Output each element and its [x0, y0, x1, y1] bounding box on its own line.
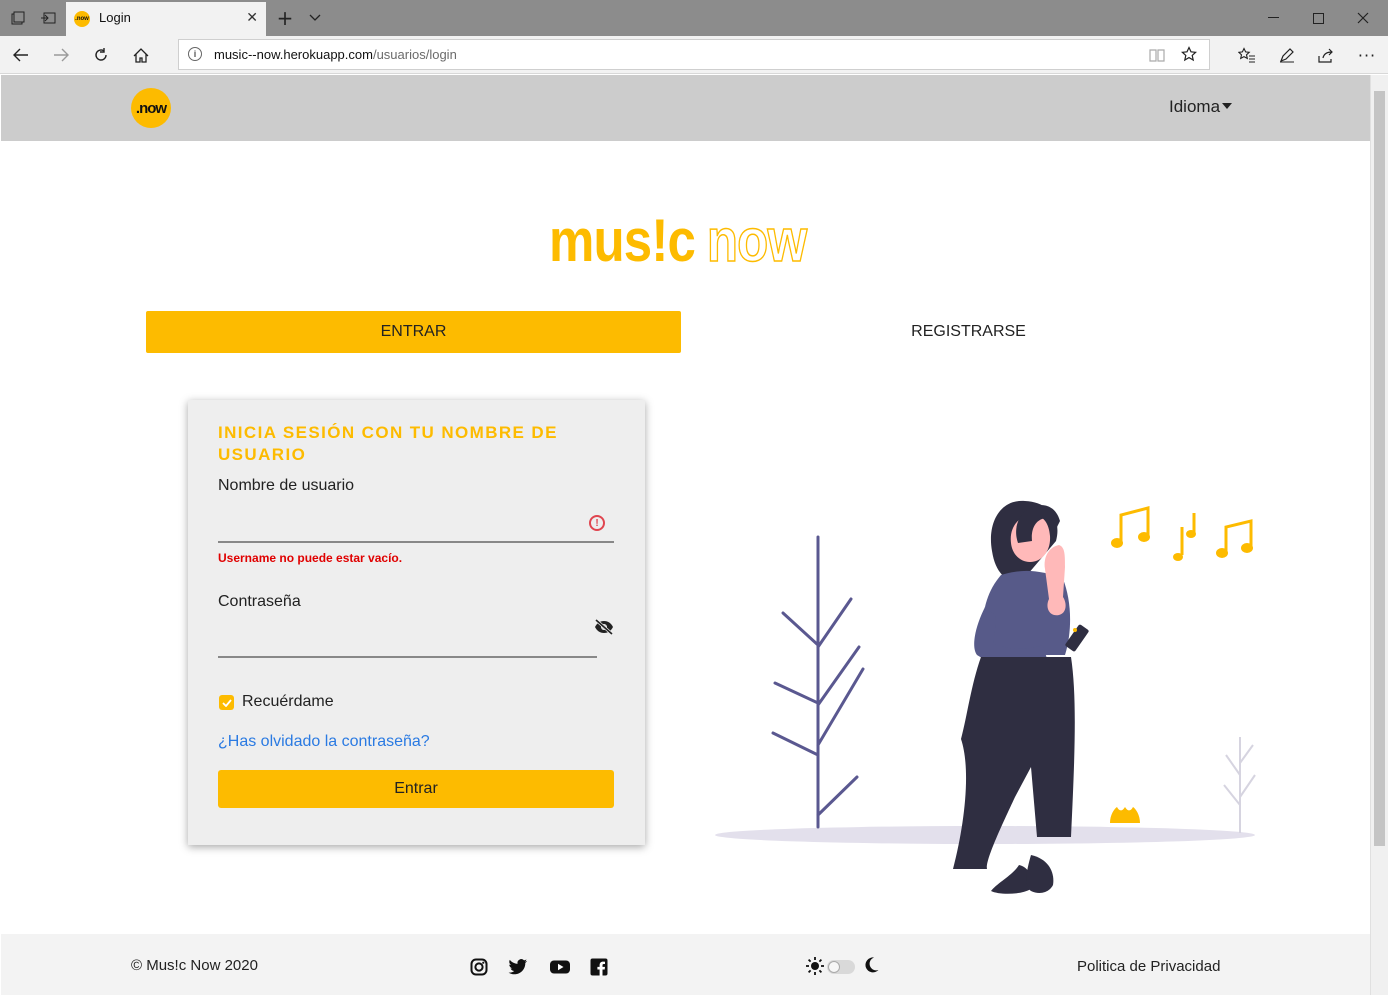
- site-footer: © Mus!c Now 2020 Politica de Privacidad: [1, 934, 1370, 995]
- set-tabs-aside-icon[interactable]: [38, 0, 58, 36]
- back-icon[interactable]: [6, 41, 36, 69]
- caret-down-icon: [1222, 103, 1233, 109]
- home-icon[interactable]: [126, 41, 156, 69]
- twitter-icon[interactable]: [508, 958, 528, 980]
- reading-view-icon[interactable]: [1149, 47, 1165, 66]
- language-label: Idioma: [1169, 97, 1221, 116]
- privacy-policy-link[interactable]: Politica de Privacidad: [1077, 958, 1220, 975]
- maximize-icon[interactable]: [1303, 0, 1333, 36]
- site-header: .now Idioma: [1, 75, 1370, 141]
- address-bar[interactable]: i music--now.herokuapp.com/usuarios/logi…: [178, 39, 1210, 70]
- tab-title: Login: [99, 10, 131, 25]
- copyright-text: © Mus!c Now 2020: [131, 957, 258, 974]
- username-underline: [218, 541, 614, 543]
- minimize-icon[interactable]: [1258, 0, 1288, 36]
- password-label: Contraseña: [218, 593, 301, 610]
- favicon-icon: .now: [74, 11, 90, 27]
- youtube-icon[interactable]: [549, 958, 571, 980]
- theme-toggle-knob: [828, 961, 840, 973]
- forward-icon[interactable]: [46, 41, 76, 69]
- remember-checkbox[interactable]: [219, 695, 234, 710]
- favorite-star-icon[interactable]: [1181, 46, 1197, 66]
- browser-navbar: i music--now.herokuapp.com/usuarios/logi…: [0, 36, 1388, 74]
- browser-tab-login[interactable]: .now Login ✕: [66, 2, 266, 36]
- password-input[interactable]: [218, 618, 596, 656]
- theme-toggle[interactable]: [827, 960, 855, 974]
- page-scrollbar[interactable]: [1370, 75, 1388, 995]
- tab-actions-icon[interactable]: [8, 0, 28, 36]
- password-underline: [218, 656, 597, 658]
- error-alert-icon: !: [589, 515, 605, 531]
- username-label: Nombre de usuario: [218, 477, 355, 494]
- tab-list-chevron-icon[interactable]: [305, 0, 325, 36]
- tab-login[interactable]: ENTRAR: [146, 311, 681, 353]
- scrollbar-thumb[interactable]: [1374, 91, 1385, 846]
- login-title: INICIA SESIÓN CON TU NOMBRE DE USUARIO: [218, 423, 558, 464]
- checkmark-icon: [221, 698, 232, 707]
- web-page: .now Idioma mus!c now ENTRAR REGISTRARSE …: [1, 75, 1370, 995]
- close-window-icon[interactable]: [1348, 0, 1378, 36]
- site-info-icon[interactable]: i: [188, 47, 202, 61]
- login-submit-button[interactable]: Entrar: [218, 770, 614, 808]
- notes-pen-icon[interactable]: [1272, 41, 1302, 69]
- facebook-icon[interactable]: [590, 958, 608, 980]
- brand-part1: mus!c: [549, 207, 696, 274]
- username-error: Username no puede estar vacío.: [218, 551, 403, 565]
- eye-slash-icon[interactable]: [594, 618, 614, 639]
- site-logo[interactable]: .now: [131, 88, 171, 128]
- forgot-password-link[interactable]: ¿Has olvidado la contraseña?: [218, 733, 430, 751]
- brand-part2: now: [706, 207, 808, 274]
- more-options-icon[interactable]: ···: [1352, 41, 1382, 69]
- browser-titlebar: .now Login ✕ +: [0, 0, 1388, 36]
- url-text[interactable]: music--now.herokuapp.com/usuarios/login: [214, 47, 457, 62]
- share-icon[interactable]: [1311, 41, 1341, 69]
- remember-label[interactable]: Recuérdame: [242, 693, 334, 711]
- sun-icon: [806, 957, 824, 979]
- favorites-hub-icon[interactable]: [1232, 41, 1262, 69]
- tab-register[interactable]: REGISTRARSE: [701, 311, 1236, 353]
- language-dropdown[interactable]: Idioma: [1169, 97, 1233, 117]
- new-tab-icon[interactable]: +: [275, 0, 295, 36]
- moon-icon: [863, 956, 879, 978]
- brand-wordmark: mus!c now: [549, 207, 808, 274]
- tab-close-icon[interactable]: ✕: [246, 10, 258, 26]
- music-illustration: [715, 425, 1260, 929]
- login-card: INICIA SESIÓN CON TU NOMBRE DE USUARIO N…: [188, 400, 645, 845]
- username-input[interactable]: [218, 503, 614, 541]
- instagram-icon[interactable]: [470, 958, 488, 980]
- refresh-icon[interactable]: [86, 41, 116, 69]
